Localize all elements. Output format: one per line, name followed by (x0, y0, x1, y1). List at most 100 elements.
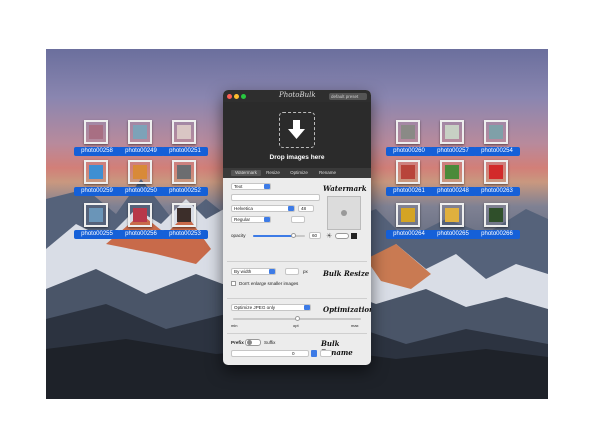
desktop-file-icon[interactable]: photo00259 (74, 160, 120, 200)
file-name-label: photo00265 (430, 230, 476, 239)
tab-optimize[interactable]: Optimize (285, 170, 313, 176)
prefix-label: Prefix (231, 340, 244, 345)
desktop-file-icon[interactable]: photo00265 (430, 203, 476, 243)
file-name-label: photo00260 (386, 147, 432, 156)
opacity-label: opacity (231, 233, 246, 238)
font-style-select[interactable]: Regular (231, 216, 271, 223)
tab-resize[interactable]: Resize (262, 170, 284, 176)
desktop-file-icon[interactable]: photo00251 (162, 120, 208, 160)
opacity-knob[interactable] (291, 233, 297, 238)
minimize-button[interactable] (234, 94, 239, 99)
opacity-field[interactable]: 60 (309, 232, 321, 239)
font-value: Helvetica (234, 206, 253, 211)
desktop-file-icon[interactable]: photo00254 (474, 120, 520, 160)
desktop-file-icon[interactable]: photo00261 (386, 160, 432, 200)
photo-thumbnail (440, 160, 464, 184)
drop-zone[interactable]: Drop images here (223, 102, 371, 168)
thumbnail-image (401, 125, 415, 139)
quality-slider[interactable] (233, 316, 361, 321)
watermark-text-field[interactable] (231, 194, 320, 201)
suffix-label: Suffix (264, 340, 276, 345)
prefix-suffix-toggle[interactable] (245, 339, 261, 346)
photo-thumbnail (172, 160, 196, 184)
photo-thumbnail (396, 203, 420, 227)
thumbnail-image (177, 208, 191, 222)
font-size-value: 48 (301, 206, 307, 211)
zoom-button[interactable] (241, 94, 246, 99)
rename-start-value: 0 (292, 351, 295, 356)
desktop-file-icon[interactable]: photo00257 (430, 120, 476, 160)
file-name-label: photo00266 (474, 230, 520, 239)
thumbnail-image (401, 208, 415, 222)
dont-enlarge-checkbox[interactable] (231, 281, 236, 286)
title-bar: PhotoBulk default preset (223, 90, 371, 102)
thumbnail-image (445, 208, 459, 222)
shadow-toggle[interactable] (335, 233, 349, 239)
optimize-mode-value: Optimize JPEG only (234, 305, 276, 310)
position-grid[interactable] (327, 196, 361, 230)
sun-icon: ☀ (326, 233, 333, 240)
thumbnail-image (489, 165, 503, 179)
thumbnail-image (177, 165, 191, 179)
desktop-file-icon[interactable]: photo00260 (386, 120, 432, 160)
toggle-knob (247, 340, 252, 345)
close-button[interactable] (227, 94, 232, 99)
thumbnail-image (489, 125, 503, 139)
resize-mode-select[interactable]: By width (231, 268, 276, 275)
preset-select[interactable]: default preset (329, 93, 367, 100)
tab-rename[interactable]: Rename (314, 170, 341, 176)
rename-text-field[interactable]: 0 (231, 350, 309, 357)
photo-thumbnail (172, 120, 196, 144)
photo-thumbnail (440, 120, 464, 144)
watermark-type-value: Text (234, 184, 243, 189)
desktop-file-icon[interactable]: photo00250 (118, 160, 164, 200)
watermark-type-select[interactable]: Text (231, 183, 271, 190)
font-color-well[interactable] (291, 216, 305, 223)
photo-thumbnail (396, 160, 420, 184)
opacity-slider[interactable] (253, 233, 305, 238)
rename-digits-field[interactable] (320, 350, 332, 357)
thumbnail-image (445, 165, 459, 179)
desktop-file-icon[interactable]: photo00253 (162, 203, 208, 243)
thumbnail-image (401, 165, 415, 179)
resize-mode-value: By width (234, 269, 252, 274)
desktop-file-icon[interactable]: photo00264 (386, 203, 432, 243)
thumbnail-image (89, 208, 103, 222)
tab-watermark[interactable]: Watermark (231, 170, 261, 176)
desktop-file-icon[interactable]: photo00248 (430, 160, 476, 200)
font-size-field[interactable]: 48 (298, 205, 314, 212)
desktop-file-icon[interactable]: photo00255 (74, 203, 120, 243)
photo-thumbnail (172, 203, 196, 227)
desktop-file-icon[interactable]: photo00252 (162, 160, 208, 200)
desktop-file-icon[interactable]: photo00256 (118, 203, 164, 243)
photo-thumbnail (128, 203, 152, 227)
desktop-file-icon[interactable]: photo00249 (118, 120, 164, 160)
desktop-file-icon[interactable]: photo00258 (74, 120, 120, 160)
file-name-label: photo00261 (386, 187, 432, 196)
desktop-file-icon[interactable]: photo00266 (474, 203, 520, 243)
drop-label: Drop images here (269, 154, 325, 161)
download-arrow-icon (288, 120, 305, 139)
photo-thumbnail (84, 160, 108, 184)
file-name-label: photo00249 (118, 147, 164, 156)
photo-thumbnail (396, 120, 420, 144)
quality-knob[interactable] (294, 316, 300, 321)
section-divider (227, 298, 367, 299)
font-select[interactable]: Helvetica (231, 205, 295, 212)
photo-thumbnail (84, 203, 108, 227)
watermark-section: Text Watermark Helvetica 48 Regular opac… (223, 178, 371, 268)
resize-px-field[interactable] (285, 268, 299, 275)
thumbnail-image (89, 165, 103, 179)
opt-label: opt (293, 323, 299, 328)
color-swatch[interactable] (351, 233, 357, 239)
photo-thumbnail (484, 160, 508, 184)
optimize-mode-select[interactable]: Optimize JPEG only (231, 304, 311, 311)
opacity-value: 60 (312, 233, 318, 238)
stepper[interactable] (311, 350, 317, 357)
rename-section: Prefix Suffix Bulk Rename 0 (223, 335, 371, 365)
thumbnail-image (89, 125, 103, 139)
thumbnail-image (133, 165, 147, 179)
desktop-file-icon[interactable]: photo00263 (474, 160, 520, 200)
file-name-label: photo00258 (74, 147, 120, 156)
photo-thumbnail (84, 120, 108, 144)
